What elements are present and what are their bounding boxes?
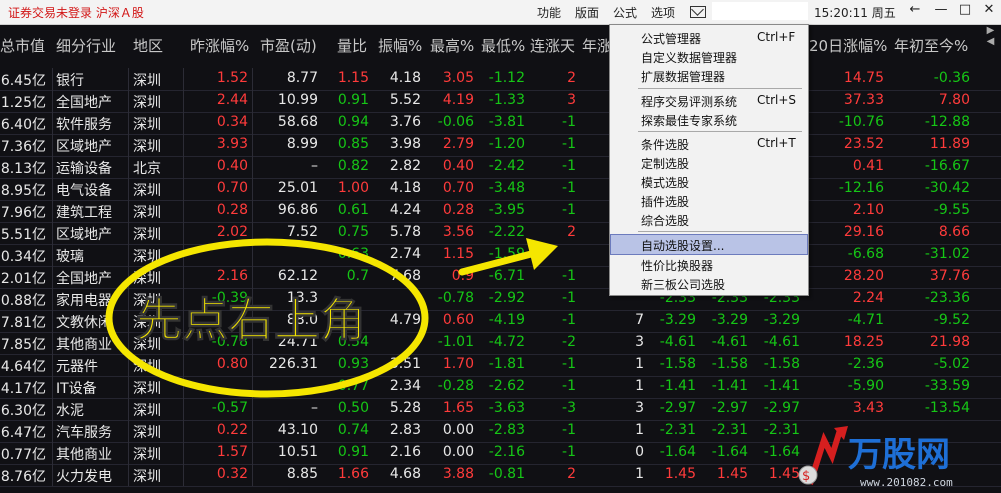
site-watermark-logo: $ 万股网 www.201082.com: [798, 426, 953, 489]
annotation-arrow-shaft: [458, 249, 539, 276]
logo-url: www.201082.com: [860, 476, 953, 489]
annotation-text: 先点右上角: [136, 293, 366, 347]
annotation-arrow-head: [526, 238, 558, 270]
svg-text:$: $: [802, 469, 810, 484]
logo-name: 万股网: [848, 435, 950, 475]
